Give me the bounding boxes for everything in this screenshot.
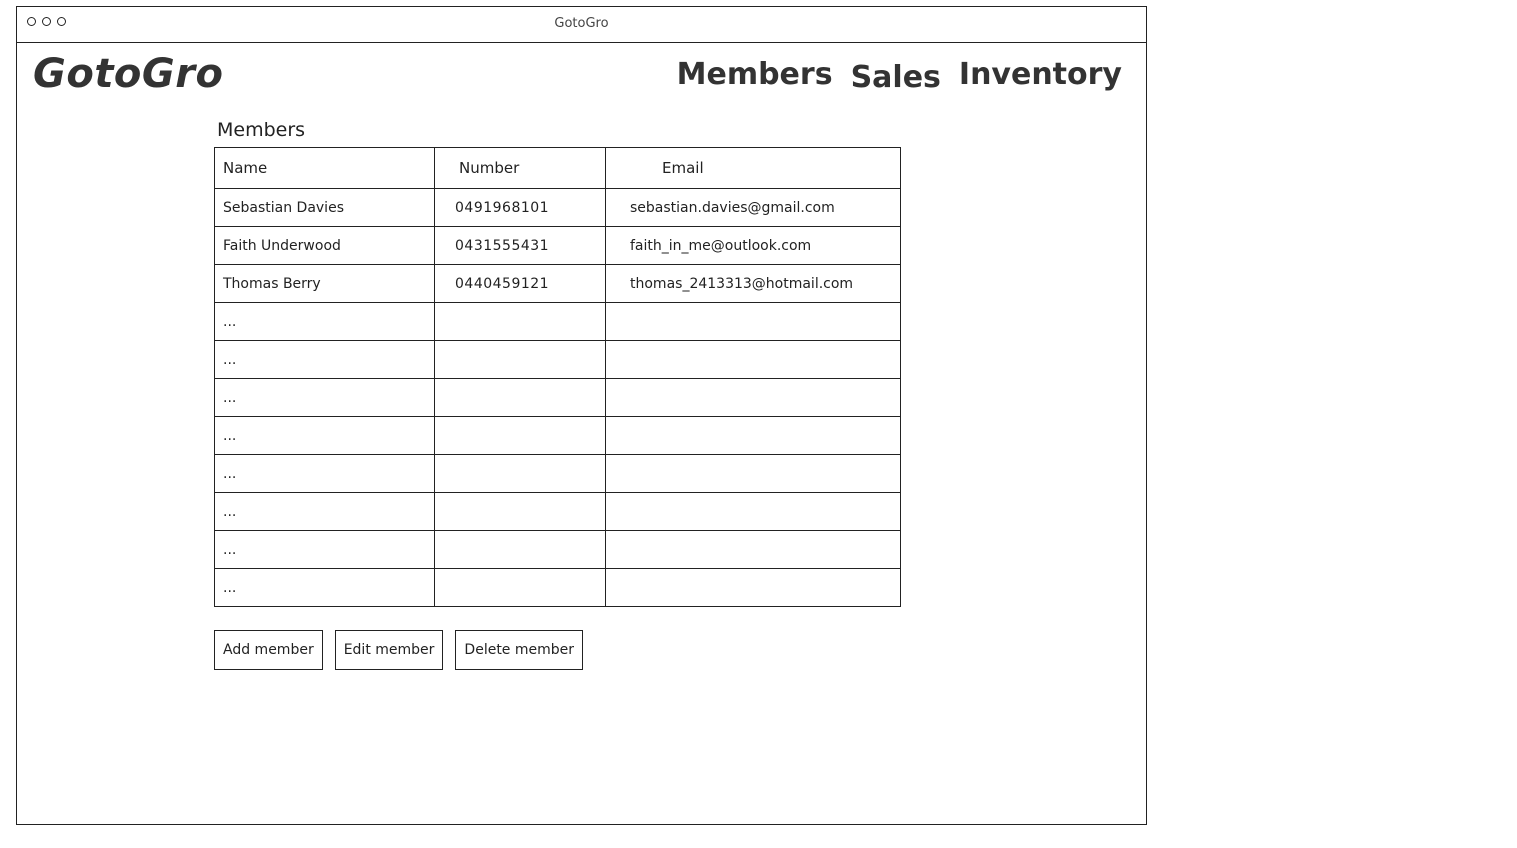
table-header-row: Name Number Email xyxy=(214,147,901,189)
table-row[interactable]: Faith Underwood 0431555431 faith_in_me@out… xyxy=(214,226,901,265)
nav-inventory[interactable]: Inventory xyxy=(959,57,1122,92)
cell-number: 0440459121 xyxy=(434,264,606,303)
edit-member-button[interactable]: Edit member xyxy=(334,630,444,670)
cell-number xyxy=(434,454,606,493)
cell-name: ... xyxy=(214,568,435,607)
members-table-body: Sebastian Davies 0491968101 sebastian.davi… xyxy=(214,188,901,607)
nav-members[interactable]: Members xyxy=(677,57,833,92)
cell-name: ... xyxy=(214,378,435,417)
table-row[interactable]: ... xyxy=(214,530,901,569)
cell-name: Thomas Berry xyxy=(214,264,435,303)
table-row[interactable]: ... xyxy=(214,416,901,455)
table-row[interactable]: Sebastian Davies 0491968101 sebastian.davi… xyxy=(214,188,901,227)
main-nav: Members Sales Inventory xyxy=(677,57,1122,95)
cell-number xyxy=(434,568,606,607)
table-row[interactable]: ... xyxy=(214,492,901,531)
members-table: Name Number Email Sebastian Davies 049196… xyxy=(214,147,901,607)
cell-number: 0431555431 xyxy=(434,226,606,265)
delete-member-button[interactable]: Delete member xyxy=(455,630,584,670)
cell-name: ... xyxy=(214,340,435,379)
cell-email xyxy=(605,492,901,531)
member-actions: Add member Edit member Delete member xyxy=(214,630,584,670)
column-header-name[interactable]: Name xyxy=(214,147,435,189)
table-row[interactable]: ... xyxy=(214,378,901,417)
section-title: Members xyxy=(217,119,306,141)
cell-name: Faith Underwood xyxy=(214,226,435,265)
cell-number xyxy=(434,530,606,569)
cell-email xyxy=(605,340,901,379)
cell-email: faith_in_me@outlook.com xyxy=(605,226,901,265)
cell-name: Sebastian Davies xyxy=(214,188,435,227)
cell-name: ... xyxy=(214,492,435,531)
cell-email: thomas_2413313@hotmail.com xyxy=(605,264,901,303)
nav-sales[interactable]: Sales xyxy=(851,60,941,95)
column-header-email[interactable]: Email xyxy=(605,147,901,189)
cell-number xyxy=(434,378,606,417)
title-bar: GotoGro xyxy=(17,7,1146,43)
table-row[interactable]: Thomas Berry 0440459121 thomas_2413313@hot… xyxy=(214,264,901,303)
cell-number xyxy=(434,302,606,341)
table-row[interactable]: ... xyxy=(214,568,901,607)
add-member-button[interactable]: Add member xyxy=(214,630,323,670)
browser-window: GotoGro GotoGro Members Sales Inventory … xyxy=(16,6,1147,825)
table-row[interactable]: ... xyxy=(214,340,901,379)
cell-number xyxy=(434,340,606,379)
cell-number: 0491968101 xyxy=(434,188,606,227)
cell-email xyxy=(605,530,901,569)
window-title: GotoGro xyxy=(554,16,609,31)
app-logo: GotoGro xyxy=(33,51,224,97)
cell-number xyxy=(434,416,606,455)
column-header-number[interactable]: Number xyxy=(434,147,606,189)
cell-email xyxy=(605,378,901,417)
table-row[interactable]: ... xyxy=(214,454,901,493)
table-row[interactable]: ... xyxy=(214,302,901,341)
cell-email xyxy=(605,568,901,607)
cell-number xyxy=(434,492,606,531)
cell-email xyxy=(605,416,901,455)
cell-name: ... xyxy=(214,416,435,455)
cell-name: ... xyxy=(214,454,435,493)
cell-email xyxy=(605,302,901,341)
cell-email xyxy=(605,454,901,493)
cell-name: ... xyxy=(214,530,435,569)
cell-email: sebastian.davies@gmail.com xyxy=(605,188,901,227)
cell-name: ... xyxy=(214,302,435,341)
